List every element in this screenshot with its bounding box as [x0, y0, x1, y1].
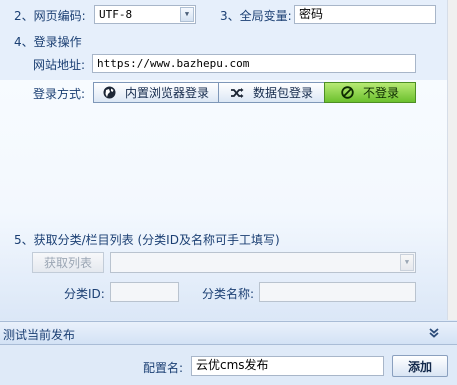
builtin-browser-login-label: 内置浏览器登录	[124, 86, 209, 100]
packet-login-button[interactable]: 数据包登录	[218, 82, 325, 103]
chevron-down-icon[interactable]: ▼	[400, 254, 414, 271]
vertical-scrollbar[interactable]	[447, 0, 457, 320]
category-section-title: 5、获取分类/栏目列表 (分类ID及名称可手工填写)	[14, 233, 280, 247]
globe-icon	[103, 86, 116, 99]
global-variable-label: 3、全局变量:	[220, 9, 292, 23]
login-method-label: 登录方式:	[33, 87, 86, 101]
double-chevron-down-icon[interactable]	[429, 328, 439, 338]
config-name-value: 云优cms发布	[196, 358, 269, 372]
url-input[interactable]: https://www.bazhepu.com	[92, 54, 416, 73]
category-name-input[interactable]	[259, 282, 416, 302]
global-variable-value: 密码	[299, 7, 324, 21]
no-login-button[interactable]: 不登录	[324, 82, 416, 103]
config-name-input[interactable]: 云优cms发布	[191, 356, 384, 376]
test-publish-bar[interactable]: 测试当前发布	[0, 321, 457, 345]
encoding-select[interactable]: UTF-8 ▼	[94, 5, 196, 24]
category-name-label: 分类名称:	[202, 287, 255, 301]
chevron-down-icon[interactable]: ▼	[180, 7, 194, 22]
builtin-browser-login-button[interactable]: 内置浏览器登录	[93, 82, 219, 103]
shuffle-icon	[230, 87, 244, 98]
packet-login-label: 数据包登录	[252, 86, 313, 100]
category-id-label: 分类ID:	[64, 287, 105, 301]
test-publish-label: 测试当前发布	[3, 328, 76, 342]
add-button[interactable]: 添加	[392, 355, 448, 377]
category-id-input[interactable]	[110, 282, 179, 302]
url-value: https://www.bazhepu.com	[97, 57, 250, 70]
encoding-value: UTF-8	[99, 8, 133, 21]
encoding-label: 2、网页编码:	[14, 9, 86, 23]
login-section-title: 4、登录操作	[14, 35, 82, 49]
global-variable-input[interactable]: 密码	[294, 5, 436, 24]
config-name-label: 配置名:	[143, 361, 184, 375]
fetch-list-button[interactable]: 获取列表	[32, 252, 104, 273]
no-login-label: 不登录	[362, 86, 399, 100]
category-select[interactable]: ▼	[110, 252, 416, 273]
url-label: 网站地址:	[33, 58, 86, 72]
no-entry-icon	[341, 86, 354, 99]
